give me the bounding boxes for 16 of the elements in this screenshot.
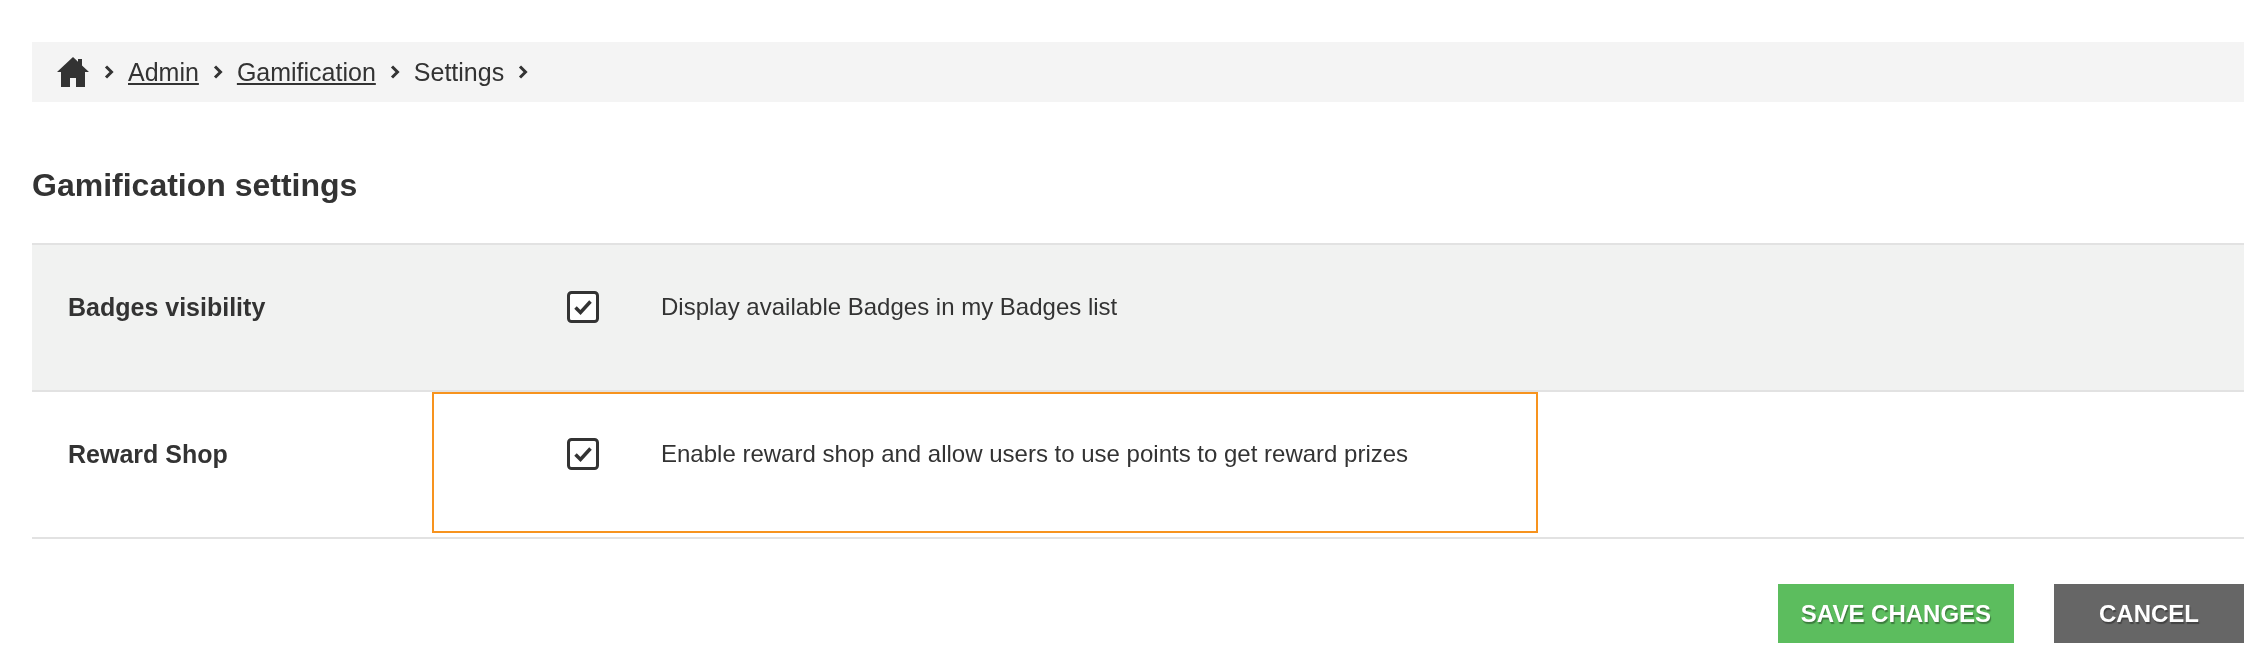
chevron-icon	[104, 65, 114, 79]
setting-label: Reward Shop	[68, 439, 229, 470]
chevron-icon	[212, 65, 223, 79]
checkbox[interactable]	[567, 438, 599, 470]
home-icon[interactable]	[56, 56, 90, 88]
breadcrumb-link[interactable]: Admin	[128, 57, 199, 87]
cancel-button[interactable]: CANCEL	[2054, 584, 2244, 643]
breadcrumb-current: Settings	[413, 57, 505, 87]
checkbox[interactable]	[567, 291, 599, 323]
setting-label: Badges visibility	[68, 292, 267, 323]
setting-description: Enable reward shop and allow users to use points to get reward prizes	[661, 439, 1410, 469]
chevron-icon	[389, 65, 400, 79]
setting-description: Display available Badges in my Badges list	[661, 292, 1119, 322]
chevron-icon	[518, 65, 529, 79]
breadcrumb-link[interactable]: Gamification	[236, 57, 376, 87]
page-heading: Gamification settings	[32, 166, 359, 205]
